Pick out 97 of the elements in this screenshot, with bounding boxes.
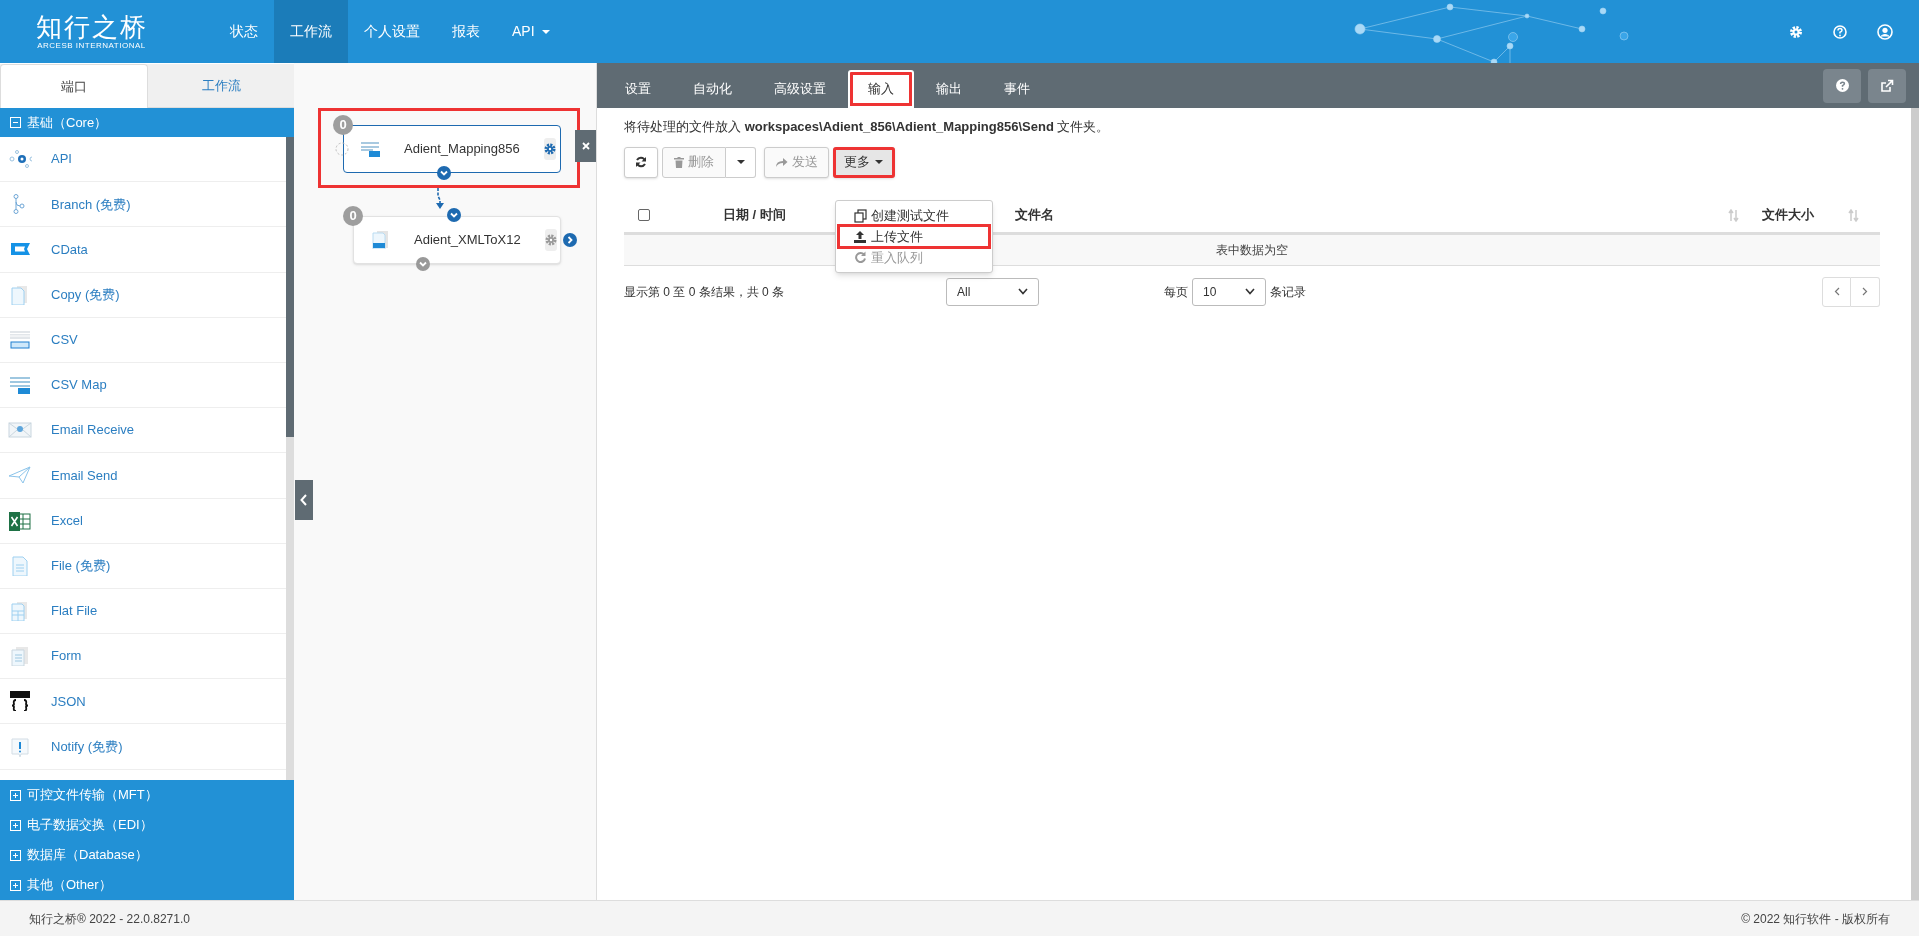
chevron-right-icon bbox=[1862, 287, 1868, 296]
mapping-icon bbox=[360, 140, 380, 158]
external-link-button[interactable] bbox=[1868, 68, 1906, 103]
close-icon bbox=[581, 142, 590, 150]
caret-icon bbox=[874, 159, 884, 165]
expand-icon bbox=[10, 789, 21, 801]
category-header[interactable]: 电子数据交换（EDI） bbox=[0, 810, 294, 840]
input-port-icon bbox=[335, 142, 349, 156]
version-text: 知行之桥® 2022 - 22.0.8271.0 bbox=[29, 910, 190, 928]
copy-icon bbox=[854, 208, 867, 223]
connector-item[interactable]: Flat File bbox=[0, 588, 286, 635]
settings-button[interactable] bbox=[543, 138, 556, 160]
connector-item[interactable]: Email Receive bbox=[0, 408, 286, 454]
chevron-right-icon[interactable] bbox=[563, 233, 577, 247]
connector-item[interactable]: JSON bbox=[0, 679, 286, 725]
connector-item[interactable]: Copy (免费) bbox=[0, 272, 286, 318]
more-button[interactable]: 更多 bbox=[833, 146, 895, 178]
settings-icon[interactable] bbox=[1789, 24, 1803, 39]
chevron-down-icon[interactable] bbox=[437, 166, 451, 180]
refresh-icon bbox=[854, 250, 867, 265]
panel-tab[interactable]: 设置 bbox=[605, 70, 671, 108]
upload-icon bbox=[854, 229, 867, 244]
excel-icon bbox=[8, 510, 32, 531]
share-arrow-icon bbox=[775, 157, 788, 167]
menu-item[interactable]: 创建测试文件 bbox=[839, 205, 989, 226]
count-badge: 0 bbox=[333, 115, 353, 135]
gear-icon bbox=[543, 143, 556, 155]
caret-icon bbox=[735, 159, 746, 165]
logo: 知行之桥 ARCESB INTERNATIONAL bbox=[34, 11, 149, 52]
nav-link[interactable]: 报表 bbox=[436, 0, 496, 63]
filter-select[interactable]: All bbox=[946, 277, 1039, 306]
category-header[interactable]: 其他（Other） bbox=[0, 870, 294, 900]
sidebar-tab[interactable]: 端口 bbox=[0, 64, 148, 108]
chevron-left-icon bbox=[1833, 287, 1840, 296]
caret-icon bbox=[540, 28, 551, 35]
nav-link[interactable]: 工作流 bbox=[274, 0, 348, 63]
chevron-left-icon bbox=[300, 494, 308, 506]
copyright-text: © 2022 知行软件 - 版权所有 bbox=[1741, 910, 1890, 928]
gear-icon bbox=[544, 234, 557, 246]
nav-link[interactable]: 状态 bbox=[214, 0, 274, 63]
gear-network-icon bbox=[8, 149, 32, 170]
column-header[interactable]: 文件大小 bbox=[1762, 205, 1848, 225]
chevron-down-icon[interactable] bbox=[447, 208, 461, 222]
help-icon bbox=[1835, 79, 1849, 92]
settings-button[interactable] bbox=[544, 229, 557, 251]
help-icon[interactable] bbox=[1833, 24, 1847, 39]
csv-file-icon bbox=[8, 329, 32, 350]
category-header[interactable]: 可控文件传输（MFT） bbox=[0, 780, 294, 810]
category-header[interactable]: 基础（Core） bbox=[0, 108, 294, 137]
chevron-down-icon bbox=[1245, 288, 1255, 295]
connector-item[interactable]: CData bbox=[0, 227, 286, 273]
chevron-down-icon bbox=[1018, 288, 1028, 295]
collapse-sidebar-button[interactable] bbox=[295, 480, 313, 520]
panel-tab[interactable]: 输出 bbox=[916, 70, 982, 108]
refresh-icon bbox=[635, 156, 647, 168]
page-size-label: 每页 bbox=[1164, 283, 1188, 301]
panel-tab[interactable]: 高级设置 bbox=[754, 70, 846, 108]
user-icon[interactable] bbox=[1877, 23, 1893, 40]
page-size-suffix: 条记录 bbox=[1270, 283, 1306, 301]
refresh-button[interactable] bbox=[624, 146, 658, 178]
connector-item[interactable]: CSV bbox=[0, 317, 286, 363]
nav-link[interactable]: 个人设置 bbox=[348, 0, 436, 63]
connector-item[interactable]: Excel bbox=[0, 498, 286, 544]
xml-file-icon bbox=[370, 231, 390, 249]
paper-plane-icon bbox=[8, 465, 32, 486]
close-button[interactable] bbox=[575, 130, 596, 162]
expand-icon bbox=[10, 849, 21, 861]
connector-item[interactable]: Form bbox=[0, 634, 286, 680]
nav-link[interactable]: API bbox=[496, 0, 567, 63]
instruction-text: 将待处理的文件放入 workspaces\Adient_856\Adient_Mapping856\Send 文件夹。 bbox=[624, 118, 1111, 136]
chevron-down-icon[interactable] bbox=[416, 257, 430, 271]
help-button[interactable] bbox=[1823, 68, 1861, 103]
json-braces-icon bbox=[8, 691, 32, 712]
trash-icon bbox=[674, 156, 684, 168]
count-badge: 0 bbox=[343, 206, 363, 226]
notification-icon bbox=[8, 736, 32, 757]
column-header[interactable]: 文件名 bbox=[1015, 205, 1728, 225]
csv-map-icon bbox=[8, 375, 32, 396]
scrollbar[interactable] bbox=[1911, 108, 1919, 900]
panel-tab[interactable]: 事件 bbox=[984, 70, 1050, 108]
connector-item[interactable]: File (免费) bbox=[0, 543, 286, 589]
category-header[interactable]: 数据库（Database） bbox=[0, 840, 294, 870]
page-size-select[interactable]: 10 bbox=[1192, 277, 1266, 306]
panel-tab[interactable]: 输入 bbox=[848, 70, 914, 108]
connector-item[interactable]: Notify (免费) bbox=[0, 724, 286, 770]
expand-icon bbox=[10, 879, 21, 891]
envelope-icon bbox=[8, 420, 32, 441]
connector-arrow bbox=[435, 188, 445, 210]
dropdown-toggle[interactable] bbox=[726, 146, 756, 178]
select-all-checkbox[interactable] bbox=[638, 209, 650, 221]
panel-tab[interactable]: 自动化 bbox=[673, 70, 752, 108]
external-link-icon bbox=[1880, 78, 1894, 93]
collapse-icon bbox=[10, 117, 21, 128]
scrollbar[interactable] bbox=[286, 137, 294, 780]
results-info: 显示第 0 至 0 条结果，共 0 条 bbox=[624, 283, 786, 301]
expand-icon bbox=[10, 819, 21, 831]
connector-item[interactable]: CSV Map bbox=[0, 362, 286, 409]
